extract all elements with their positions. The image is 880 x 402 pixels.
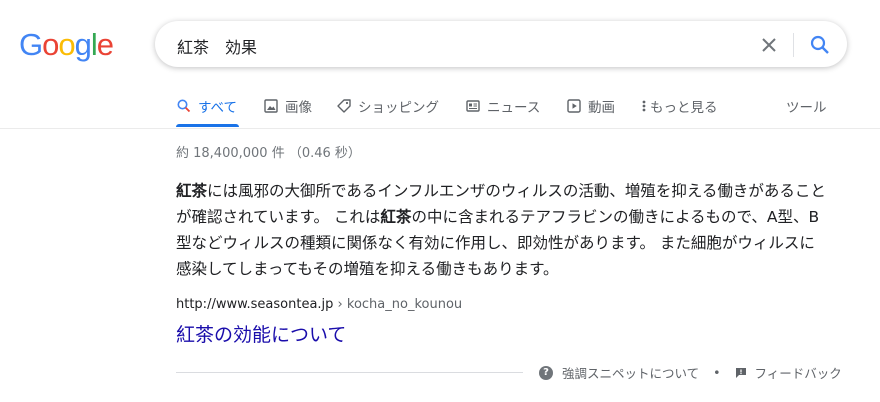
tab-news[interactable]: ニュース xyxy=(465,96,540,116)
footer-separator: • xyxy=(713,365,721,380)
logo-letter: G xyxy=(19,27,43,62)
tab-images[interactable]: 画像 xyxy=(263,96,312,116)
logo-letter: g xyxy=(74,27,92,62)
result-domain: http://www.seasontea.jp xyxy=(176,297,334,312)
tools-button[interactable]: ツール xyxy=(786,96,827,116)
snippet-bold-term: 紅茶 xyxy=(380,208,412,226)
help-icon: ? xyxy=(539,365,553,380)
tab-label: すべて xyxy=(198,100,238,116)
tab-label: 動画 xyxy=(588,100,615,116)
active-tab-indicator xyxy=(176,124,239,127)
feedback-link[interactable]: フィードバック xyxy=(755,363,842,382)
tab-label: もっと見る xyxy=(650,100,718,116)
close-icon xyxy=(762,38,776,52)
news-icon xyxy=(465,98,481,114)
result-title-link[interactable]: 紅茶の効能について xyxy=(176,320,346,347)
header-divider xyxy=(0,128,880,129)
snippet-bold-term: 紅茶 xyxy=(176,182,208,200)
footer-divider xyxy=(176,372,523,373)
search-box[interactable]: 紅茶 効果 xyxy=(155,21,847,67)
feedback-icon xyxy=(735,367,746,378)
google-logo[interactable]: Google xyxy=(19,27,114,63)
result-path: › kocha_no_kounou xyxy=(333,297,463,312)
search-divider xyxy=(793,33,794,57)
image-icon xyxy=(263,98,279,114)
tab-videos[interactable]: 動画 xyxy=(566,96,615,116)
about-snippets-link[interactable]: 強調スニペットについて xyxy=(562,363,699,382)
tab-shopping[interactable]: ショッピング xyxy=(336,96,439,116)
tag-icon xyxy=(336,98,352,114)
tab-all[interactable]: すべて xyxy=(176,96,237,116)
search-input[interactable]: 紅茶 効果 xyxy=(177,34,257,58)
search-button[interactable] xyxy=(807,32,833,58)
clear-button[interactable] xyxy=(757,33,781,57)
result-stats: 約 18,400,000 件 （0.46 秒） xyxy=(176,146,361,161)
featured-snippet-text: 紅茶には風邪の大御所であるインフルエンザのウィルスの活動、増殖を抑える働きがある… xyxy=(176,178,826,282)
play-icon xyxy=(566,98,582,114)
tab-label: 画像 xyxy=(285,100,312,116)
logo-letter: o xyxy=(42,27,59,62)
tab-label: ニュース xyxy=(487,100,541,116)
result-url[interactable]: http://www.seasontea.jp › kocha_no_kouno… xyxy=(176,297,462,312)
tab-label: ショッピング xyxy=(358,100,439,116)
search-icon xyxy=(810,35,829,54)
more-vert-icon xyxy=(640,98,648,114)
snippet-footer: ? 強調スニペットについて • フィードバック xyxy=(539,363,842,382)
logo-letter: o xyxy=(58,27,75,62)
tab-more[interactable]: もっと見る xyxy=(640,96,718,116)
search-icon xyxy=(176,98,192,114)
logo-letter: e xyxy=(96,27,114,62)
